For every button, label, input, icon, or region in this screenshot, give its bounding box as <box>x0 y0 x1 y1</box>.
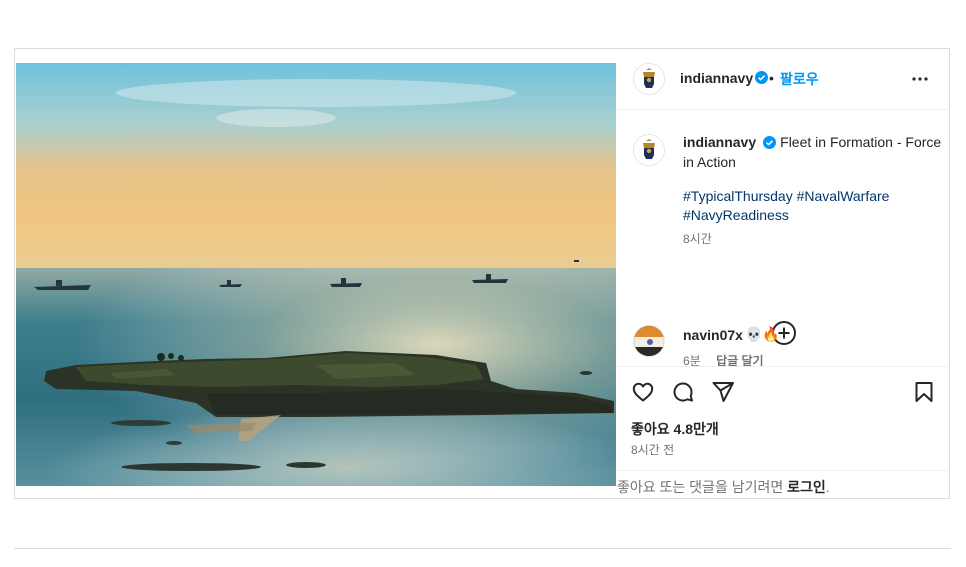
comment-text: 💀🔥 <box>745 326 780 342</box>
comment-bubble-icon[interactable] <box>671 380 695 404</box>
fleet-photo <box>16 63 616 486</box>
caption-time: 8시간 <box>683 232 712 246</box>
navy-crest-icon <box>634 64 664 94</box>
hashtag-link[interactable]: #TypicalThursday <box>683 188 793 204</box>
post-image[interactable] <box>16 63 616 486</box>
hashtag-link[interactable]: #NavyReadiness <box>683 207 789 223</box>
comment-time: 6분 <box>683 354 701 366</box>
verified-badge-icon <box>755 71 768 89</box>
login-prompt-text: 좋아요 또는 댓글을 남기려면 <box>617 479 788 495</box>
more-options-icon[interactable] <box>908 67 932 91</box>
login-prompt: 좋아요 또는 댓글을 남기려면 로그인. <box>617 470 950 498</box>
reply-button[interactable]: 답글 달기 <box>716 354 764 366</box>
page-divider <box>14 548 951 549</box>
navy-crest-icon <box>634 135 664 165</box>
caption-avatar[interactable] <box>633 134 665 166</box>
login-link[interactable]: 로그인 <box>787 479 826 495</box>
caption-username[interactable]: indiannavy <box>683 134 756 150</box>
heart-icon[interactable] <box>631 380 655 404</box>
hashtag-link[interactable]: #NavalWarfare <box>797 188 890 204</box>
commenter-avatar-image <box>634 326 664 356</box>
commenter-avatar[interactable] <box>633 325 665 357</box>
account-avatar[interactable] <box>633 63 665 95</box>
post-side-panel: indiannavy • 팔로우 indiannavy Fleet in For… <box>617 49 950 498</box>
header-separator: • <box>769 70 774 86</box>
follow-button[interactable]: 팔로우 <box>780 69 819 89</box>
likes-count[interactable]: 좋아요 4.8만개 <box>631 419 719 439</box>
comment-meta: 6분 답글 달기 <box>683 352 764 366</box>
paper-plane-icon[interactable] <box>711 380 735 404</box>
login-prompt-suffix: . <box>825 479 830 495</box>
comment-item: navin07x 💀🔥 6분 답글 달기 <box>617 319 950 366</box>
bookmark-icon[interactable] <box>912 380 936 404</box>
account-username[interactable]: indiannavy <box>680 70 753 86</box>
verified-badge-icon <box>763 135 777 153</box>
comment-username[interactable]: navin07x <box>683 327 743 343</box>
post-header: indiannavy • 팔로우 <box>617 49 950 110</box>
caption-hashtags: #TypicalThursday #NavalWarfare #NavyRead… <box>683 187 933 225</box>
post-time: 8시간 전 <box>631 443 675 457</box>
post-card: indiannavy • 팔로우 indiannavy Fleet in For… <box>14 48 950 499</box>
post-caption: indiannavy Fleet in Formation - Force in … <box>683 133 943 171</box>
post-actions: 좋아요 4.8만개 8시간 전 <box>617 366 950 471</box>
